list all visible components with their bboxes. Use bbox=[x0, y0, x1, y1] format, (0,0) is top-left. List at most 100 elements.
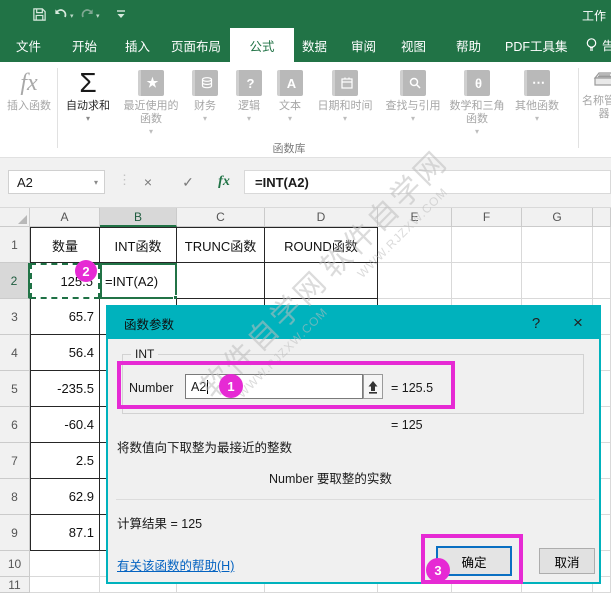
insert-function-icon[interactable]: fx bbox=[212, 170, 236, 194]
cell-F1[interactable] bbox=[452, 227, 522, 263]
select-all-corner[interactable] bbox=[0, 208, 30, 227]
collapse-arrow-icon bbox=[367, 380, 379, 394]
cell-G1[interactable] bbox=[522, 227, 593, 263]
function-name-label: INT bbox=[131, 347, 158, 361]
ribbon-button-more-functions[interactable]: ⋯其他函数▾ bbox=[508, 66, 566, 140]
cell-A8[interactable]: 62.9 bbox=[30, 479, 100, 515]
cell-H1[interactable] bbox=[593, 227, 611, 263]
undo-icon[interactable] bbox=[52, 5, 70, 23]
cell-C2[interactable] bbox=[177, 263, 265, 299]
formula-input[interactable]: =INT(A2) bbox=[244, 170, 611, 194]
cell-A11[interactable] bbox=[30, 577, 100, 593]
ribbon-button-logical[interactable]: ?逻辑▾ bbox=[228, 66, 270, 140]
tab-data[interactable]: 数据 bbox=[296, 28, 333, 62]
col-header-F[interactable]: F bbox=[452, 208, 522, 227]
tab-file[interactable]: 文件 bbox=[10, 28, 47, 62]
ribbon-button-date-time[interactable]: 日期和时间▾ bbox=[312, 66, 378, 140]
cell-H2[interactable] bbox=[593, 263, 611, 299]
cell-A1[interactable]: 数量 bbox=[30, 227, 100, 263]
cell-A10[interactable] bbox=[30, 551, 100, 577]
row-header-4[interactable]: 4 bbox=[0, 335, 30, 371]
number-input[interactable]: A2 bbox=[185, 374, 363, 399]
title-bar: ▾ ▾ 工作 bbox=[0, 0, 611, 28]
row-header-9[interactable]: 9 bbox=[0, 515, 30, 551]
col-header-B[interactable]: B bbox=[100, 208, 177, 227]
cell-A4[interactable]: 56.4 bbox=[30, 335, 100, 371]
ribbon-button-financial[interactable]: 财务▾ bbox=[184, 66, 226, 140]
cell-A5[interactable]: -235.5 bbox=[30, 371, 100, 407]
ok-button[interactable]: 确定 bbox=[436, 546, 512, 576]
function-help-link[interactable]: 有关该函数的帮助(H) bbox=[117, 555, 234, 574]
cell-A6[interactable]: -60.4 bbox=[30, 407, 100, 443]
row-header-2[interactable]: 2 bbox=[0, 263, 30, 299]
col-header-D[interactable]: D bbox=[265, 208, 378, 227]
cell-A2[interactable]: 125.5 bbox=[30, 263, 100, 299]
row-header-1[interactable]: 1 bbox=[0, 227, 30, 263]
cell-E2[interactable] bbox=[378, 263, 452, 299]
enter-formula-icon[interactable]: ✓ bbox=[176, 170, 200, 194]
col-header-C[interactable]: C bbox=[177, 208, 265, 227]
cell-B2[interactable]: =INT(A2) bbox=[100, 263, 177, 299]
row-header-7[interactable]: 7 bbox=[0, 443, 30, 479]
tab-formulas[interactable]: 公式 bbox=[230, 28, 294, 62]
param-hint: Number 要取整的实数 bbox=[269, 468, 392, 487]
ribbon-divider bbox=[57, 68, 58, 148]
cell-F2[interactable] bbox=[452, 263, 522, 299]
row-header-10[interactable]: 10 bbox=[0, 551, 30, 577]
dropdown-caret-icon: ▾ bbox=[247, 114, 251, 123]
tab-help[interactable]: 帮助 bbox=[450, 28, 487, 62]
tab-page-layout[interactable]: 页面布局 bbox=[165, 28, 227, 62]
ribbon-button-lookup-reference[interactable]: 查找与引用▾ bbox=[380, 66, 446, 140]
redo-dropdown-icon[interactable]: ▾ bbox=[96, 12, 100, 20]
tab-home[interactable]: 开始 bbox=[66, 28, 103, 62]
cell-A9[interactable]: 87.1 bbox=[30, 515, 100, 551]
tab-insert[interactable]: 插入 bbox=[119, 28, 156, 62]
dropdown-caret-icon: ▾ bbox=[149, 127, 153, 136]
calculation-result: 计算结果 = 125 bbox=[117, 513, 202, 532]
ribbon-button-name-manager[interactable]: 名称管理器 bbox=[581, 66, 611, 140]
ribbon-button-recently-used[interactable]: ★最近使用的函数▾ bbox=[120, 66, 182, 140]
row-header-8[interactable]: 8 bbox=[0, 479, 30, 515]
row-header-3[interactable]: 3 bbox=[0, 299, 30, 335]
name-box-dropdown-icon[interactable]: ▾ bbox=[94, 178, 98, 187]
cancel-button[interactable]: 取消 bbox=[539, 548, 595, 574]
customize-qat-icon[interactable] bbox=[112, 5, 130, 23]
tell-me[interactable]: 告 bbox=[585, 28, 611, 62]
cell-D2[interactable] bbox=[265, 263, 378, 299]
cell-G2[interactable] bbox=[522, 263, 593, 299]
ribbon-button-insert-function[interactable]: fx插入函数 bbox=[2, 66, 56, 140]
tab-view[interactable]: 视图 bbox=[395, 28, 432, 62]
book-a-icon: A bbox=[277, 66, 303, 100]
tab-pdf-tools[interactable]: PDF工具集 bbox=[499, 28, 574, 62]
dialog-close-icon[interactable]: × bbox=[563, 307, 593, 339]
param-value-preview: = 125.5 bbox=[391, 381, 433, 395]
cancel-formula-icon[interactable]: × bbox=[136, 170, 160, 194]
excel-window: ▾ ▾ 工作 文件 开始 插入 页面布局 公式 数据 审阅 视图 帮助 PDF工… bbox=[0, 0, 611, 593]
row-header-5[interactable]: 5 bbox=[0, 371, 30, 407]
tab-review[interactable]: 审阅 bbox=[345, 28, 382, 62]
cell-C1[interactable]: TRUNC函数 bbox=[177, 227, 265, 263]
collapse-dialog-button[interactable] bbox=[363, 374, 383, 399]
ribbon-button-text[interactable]: A文本▾ bbox=[270, 66, 310, 140]
ribbon-button-math-trig[interactable]: θ数学和三角函数▾ bbox=[448, 66, 506, 140]
col-header-A[interactable]: A bbox=[30, 208, 100, 227]
dialog-help-icon[interactable]: ? bbox=[521, 307, 551, 339]
book-coins-icon bbox=[192, 66, 218, 100]
undo-dropdown-icon[interactable]: ▾ bbox=[70, 12, 74, 20]
save-icon[interactable] bbox=[30, 5, 48, 23]
name-box[interactable]: A2 ▾ bbox=[8, 170, 105, 194]
ribbon-button-autosum[interactable]: Σ自动求和▾ bbox=[58, 66, 118, 140]
cell-E1[interactable] bbox=[378, 227, 452, 263]
col-header-H[interactable] bbox=[593, 208, 611, 227]
cell-A3[interactable]: 65.7 bbox=[30, 299, 100, 335]
row-header-11[interactable]: 11 bbox=[0, 577, 30, 593]
dialog-divider bbox=[116, 499, 595, 500]
cell-D1[interactable]: ROUND函数 bbox=[265, 227, 378, 263]
dropdown-caret-icon: ▾ bbox=[475, 127, 479, 136]
cell-A7[interactable]: 2.5 bbox=[30, 443, 100, 479]
col-header-E[interactable]: E bbox=[378, 208, 452, 227]
col-header-G[interactable]: G bbox=[522, 208, 593, 227]
row-header-6[interactable]: 6 bbox=[0, 407, 30, 443]
cell-B1[interactable]: INT函数 bbox=[100, 227, 177, 263]
redo-icon[interactable] bbox=[78, 5, 96, 23]
